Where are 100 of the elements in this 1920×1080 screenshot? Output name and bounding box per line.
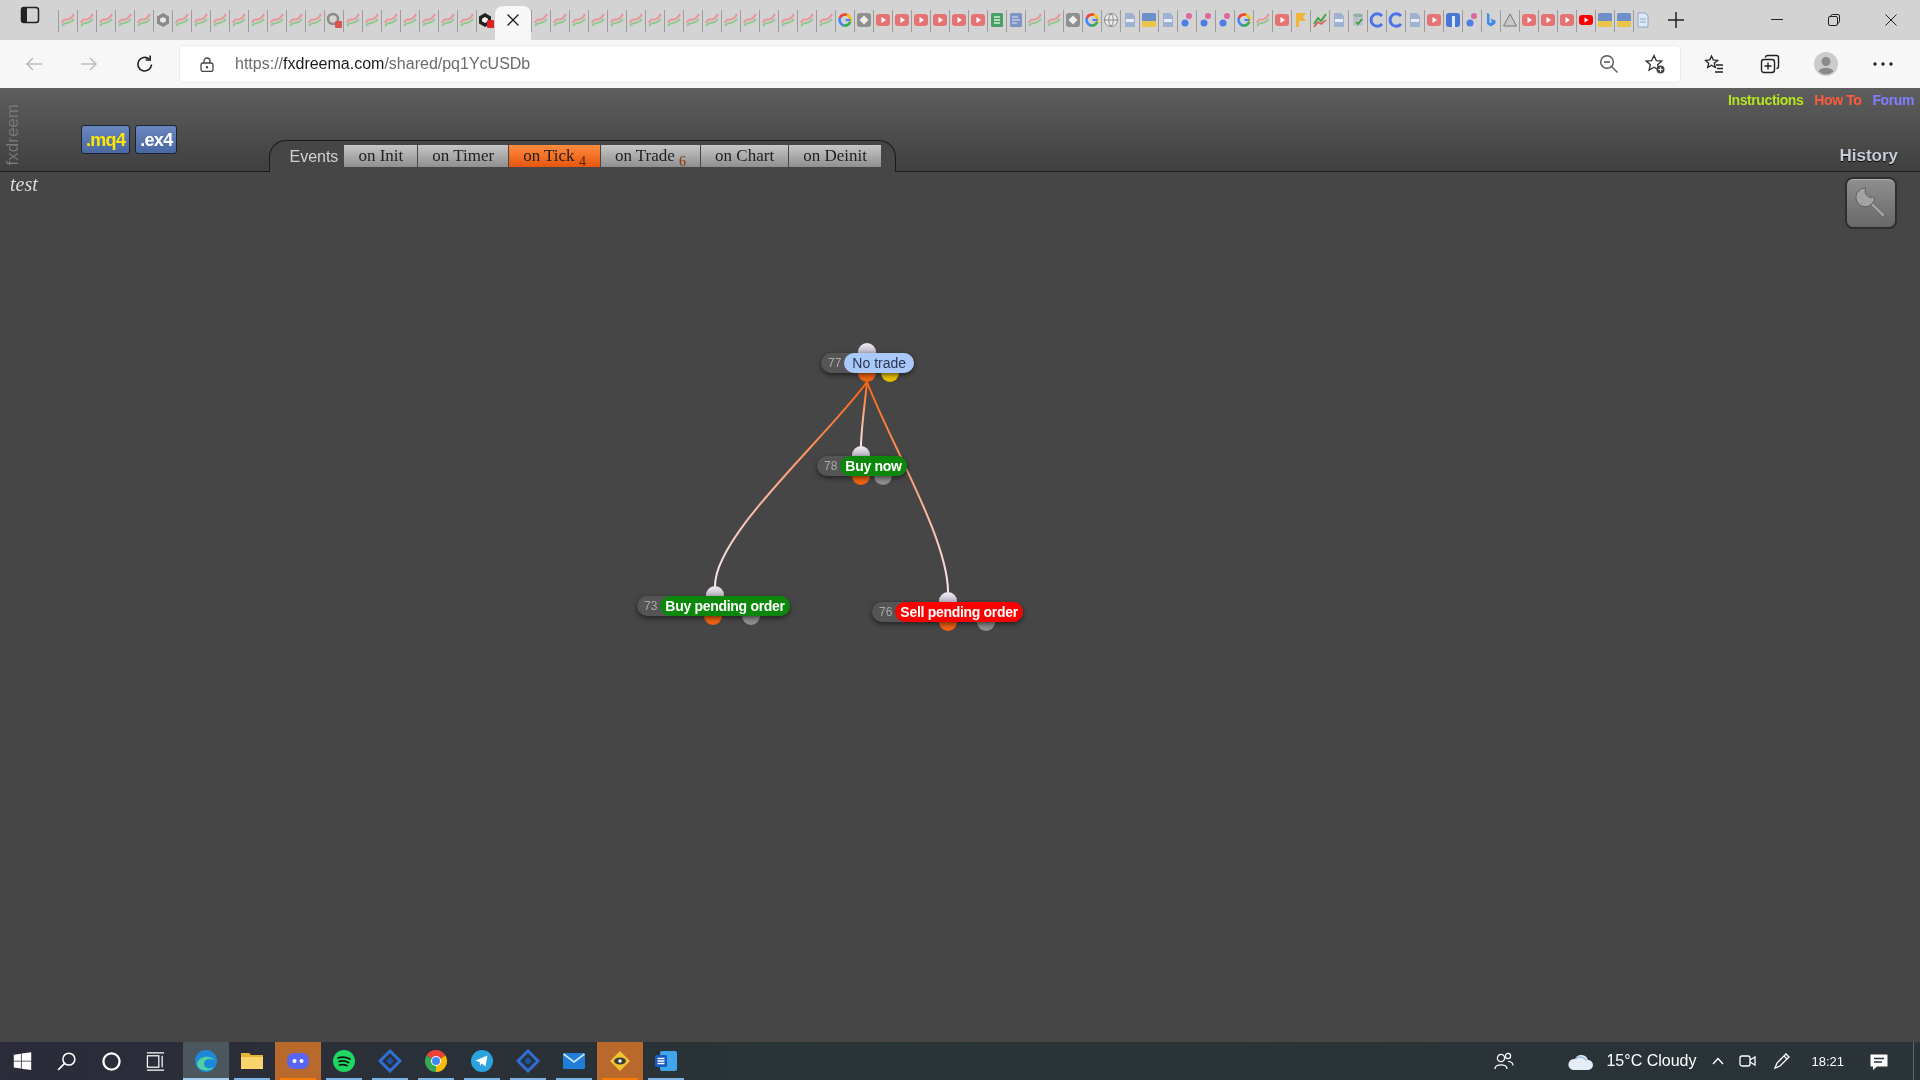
settings-button[interactable] (1845, 177, 1897, 229)
swirl-icon (608, 12, 625, 28)
output-port-icon[interactable] (939, 622, 957, 631)
swirl-icon (116, 12, 133, 28)
zoom-out-icon[interactable] (1599, 54, 1619, 74)
sidebar-icon[interactable] (20, 5, 40, 25)
star-list-icon[interactable] (1704, 54, 1724, 74)
pen-icon[interactable] (1773, 1052, 1792, 1070)
tricolor-circle-icon (424, 1049, 448, 1073)
square-icon (1444, 12, 1461, 28)
tile-icon (1596, 12, 1613, 28)
swirl-icon (401, 12, 418, 28)
swirl-icon (173, 12, 190, 28)
block-number: 73 (643, 599, 659, 613)
event-tab[interactable]: on Init (344, 145, 418, 167)
swirl-icon (817, 12, 834, 28)
eye-diamond-icon (608, 1049, 632, 1073)
output-port-icon[interactable] (977, 622, 995, 631)
swirl-icon (551, 12, 568, 28)
star-plus-icon[interactable] (1645, 54, 1665, 74)
multicolor-ring-icon (1235, 12, 1252, 28)
output-port-icon[interactable] (852, 476, 870, 485)
history-link[interactable]: History (1839, 146, 1898, 166)
events-label: Events (289, 148, 339, 166)
event-tab[interactable]: on Trade $_{6}$ (600, 145, 701, 167)
input-port-icon[interactable] (852, 446, 870, 456)
output-port-icon[interactable] (881, 373, 899, 382)
block-label: Sell pending order (895, 602, 1023, 622)
event-tab[interactable]: on Deinit (789, 145, 881, 167)
play-icon (1558, 12, 1575, 28)
output-port-icon[interactable] (742, 616, 760, 625)
play-icon (1539, 12, 1556, 28)
output-port-icon[interactable] (858, 373, 876, 382)
hexagon-icon (477, 12, 494, 28)
ring-icon (325, 12, 342, 28)
diagram-block[interactable]: 77 No trade (821, 353, 915, 373)
play-icon (1520, 12, 1537, 28)
taskbar-button[interactable] (597, 1042, 643, 1080)
ring-icon (1368, 12, 1385, 28)
project-name: test (10, 173, 38, 196)
lock-icon (200, 56, 214, 72)
refresh-icon[interactable] (135, 54, 155, 74)
four-panes-icon[interactable] (12, 1051, 32, 1071)
close-icon[interactable] (507, 14, 519, 26)
play-icon (931, 12, 948, 28)
play-icon (969, 12, 986, 28)
input-port-icon[interactable] (939, 592, 957, 602)
triangle-icon (1501, 12, 1518, 28)
chevron-up-icon[interactable] (1712, 1057, 1725, 1065)
people-icon[interactable] (1494, 1052, 1515, 1070)
weather-text[interactable]: 15°C Cloudy (1606, 1052, 1697, 1070)
diagram-block[interactable]: 78 Buy now (817, 456, 907, 476)
file-button[interactable]: .mq4 (81, 125, 131, 154)
output-port-icon[interactable] (704, 616, 722, 625)
swirl-icon (532, 12, 549, 28)
restore-icon[interactable] (1828, 14, 1840, 26)
swirl-icon (97, 12, 114, 28)
swirl-icon (306, 12, 323, 28)
address-field[interactable]: https://fxdreema.com/shared/pq1YcUSDb (180, 46, 1680, 82)
swirl-icon (382, 12, 399, 28)
wrench-icon (1854, 186, 1888, 220)
event-tab[interactable]: on Tick $_{4}$ (509, 145, 600, 167)
diagram-block[interactable]: 76 Sell pending order (872, 602, 1023, 622)
ring-icon (1387, 12, 1404, 28)
close-icon[interactable] (1885, 14, 1897, 26)
play-icon (1273, 12, 1290, 28)
play-icon (950, 12, 967, 28)
wave-circle-icon (194, 1049, 218, 1073)
collections-icon[interactable] (1760, 54, 1780, 74)
block-label: No trade (844, 353, 915, 373)
play-icon (893, 12, 910, 28)
document-icon (654, 1049, 678, 1073)
diamond-tile-icon (855, 12, 872, 28)
plus-icon[interactable] (1667, 11, 1685, 29)
clock-text[interactable]: 18:21 (1811, 1053, 1844, 1069)
swirl-icon (192, 12, 209, 28)
swirl-icon (458, 12, 475, 28)
more-icon[interactable] (1873, 62, 1893, 66)
file-button[interactable]: .ex4 (135, 125, 178, 154)
avatar-icon[interactable] (1814, 52, 1838, 76)
swirl-icon (703, 12, 720, 28)
play-icon (912, 12, 929, 28)
swirl-icon (363, 12, 380, 28)
search-icon[interactable] (57, 1051, 77, 1071)
input-port-icon[interactable] (858, 343, 876, 353)
diagram-block[interactable]: 73 Buy pending order (637, 596, 790, 616)
swirl-icon (59, 12, 76, 28)
input-port-icon[interactable] (706, 586, 724, 596)
swirl-icon (684, 12, 701, 28)
swirl-icon (665, 12, 682, 28)
event-tab[interactable]: on Timer (418, 145, 509, 167)
output-port-icon[interactable] (874, 476, 892, 485)
circle-icon[interactable] (101, 1051, 121, 1071)
camera-icon[interactable] (1739, 1052, 1757, 1070)
swirl-icon (420, 12, 437, 28)
multicolor-ring-icon (1083, 12, 1100, 28)
header-link[interactable]: Instructions (1728, 92, 1804, 108)
event-tab[interactable]: on Chart (701, 145, 789, 167)
stacked-windows-icon[interactable] (146, 1051, 166, 1071)
swirl-icon (230, 12, 247, 28)
